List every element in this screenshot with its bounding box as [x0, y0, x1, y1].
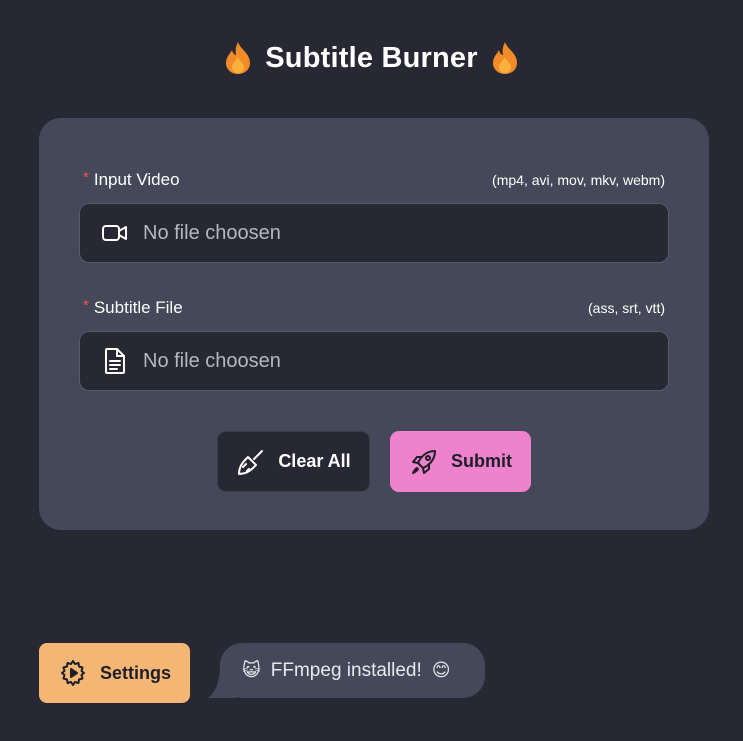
settings-play-icon: [60, 660, 85, 686]
submit-label: Submit: [451, 451, 512, 471]
video-label: * Input Video: [83, 169, 180, 190]
app-page: Subtitle Burner * Input Video (mp4, avi, …: [0, 0, 743, 741]
subtitle-format-hint: (ass, srt, vtt): [588, 300, 665, 316]
clear-all-button[interactable]: Clear All: [217, 431, 370, 492]
status-bubble: 😺 FFmpeg installed! 😊: [220, 643, 485, 698]
clear-all-label: Clear All: [278, 451, 351, 471]
video-file-placeholder: No file choosen: [143, 221, 281, 244]
flame-icon: [226, 42, 251, 74]
rocket-icon: [412, 449, 436, 474]
status-text: FFmpeg installed!: [270, 659, 422, 681]
subtitle-file-placeholder: No file choosen: [143, 349, 281, 372]
document-icon: [101, 347, 129, 375]
required-mark: *: [83, 297, 89, 314]
settings-button[interactable]: Settings: [39, 643, 190, 703]
subtitle-label: * Subtitle File: [83, 297, 183, 318]
submit-button[interactable]: Submit: [390, 431, 531, 492]
subtitle-label-text: Subtitle File: [93, 298, 183, 317]
video-label-text: Input Video: [93, 170, 180, 189]
video-label-row: * Input Video (mp4, avi, mov, mkv, webm): [83, 168, 665, 192]
page-title: Subtitle Burner: [265, 41, 478, 74]
video-camera-icon: [101, 219, 129, 247]
subtitle-label-row: * Subtitle File (ass, srt, vtt): [83, 296, 665, 320]
cat-emoji-icon: 😺: [242, 660, 261, 681]
broom-icon: [238, 449, 264, 475]
video-format-hint: (mp4, avi, mov, mkv, webm): [492, 172, 665, 188]
settings-label: Settings: [99, 662, 171, 683]
video-file-picker[interactable]: No file choosen: [79, 203, 669, 263]
required-mark: *: [83, 169, 89, 186]
upload-form-card: * Input Video (mp4, avi, mov, mkv, webm) …: [39, 118, 709, 530]
header: Subtitle Burner: [0, 36, 743, 80]
flame-icon: [492, 42, 517, 74]
subtitle-file-picker[interactable]: No file choosen: [79, 331, 669, 391]
smile-emoji-icon: 😊: [431, 660, 451, 681]
